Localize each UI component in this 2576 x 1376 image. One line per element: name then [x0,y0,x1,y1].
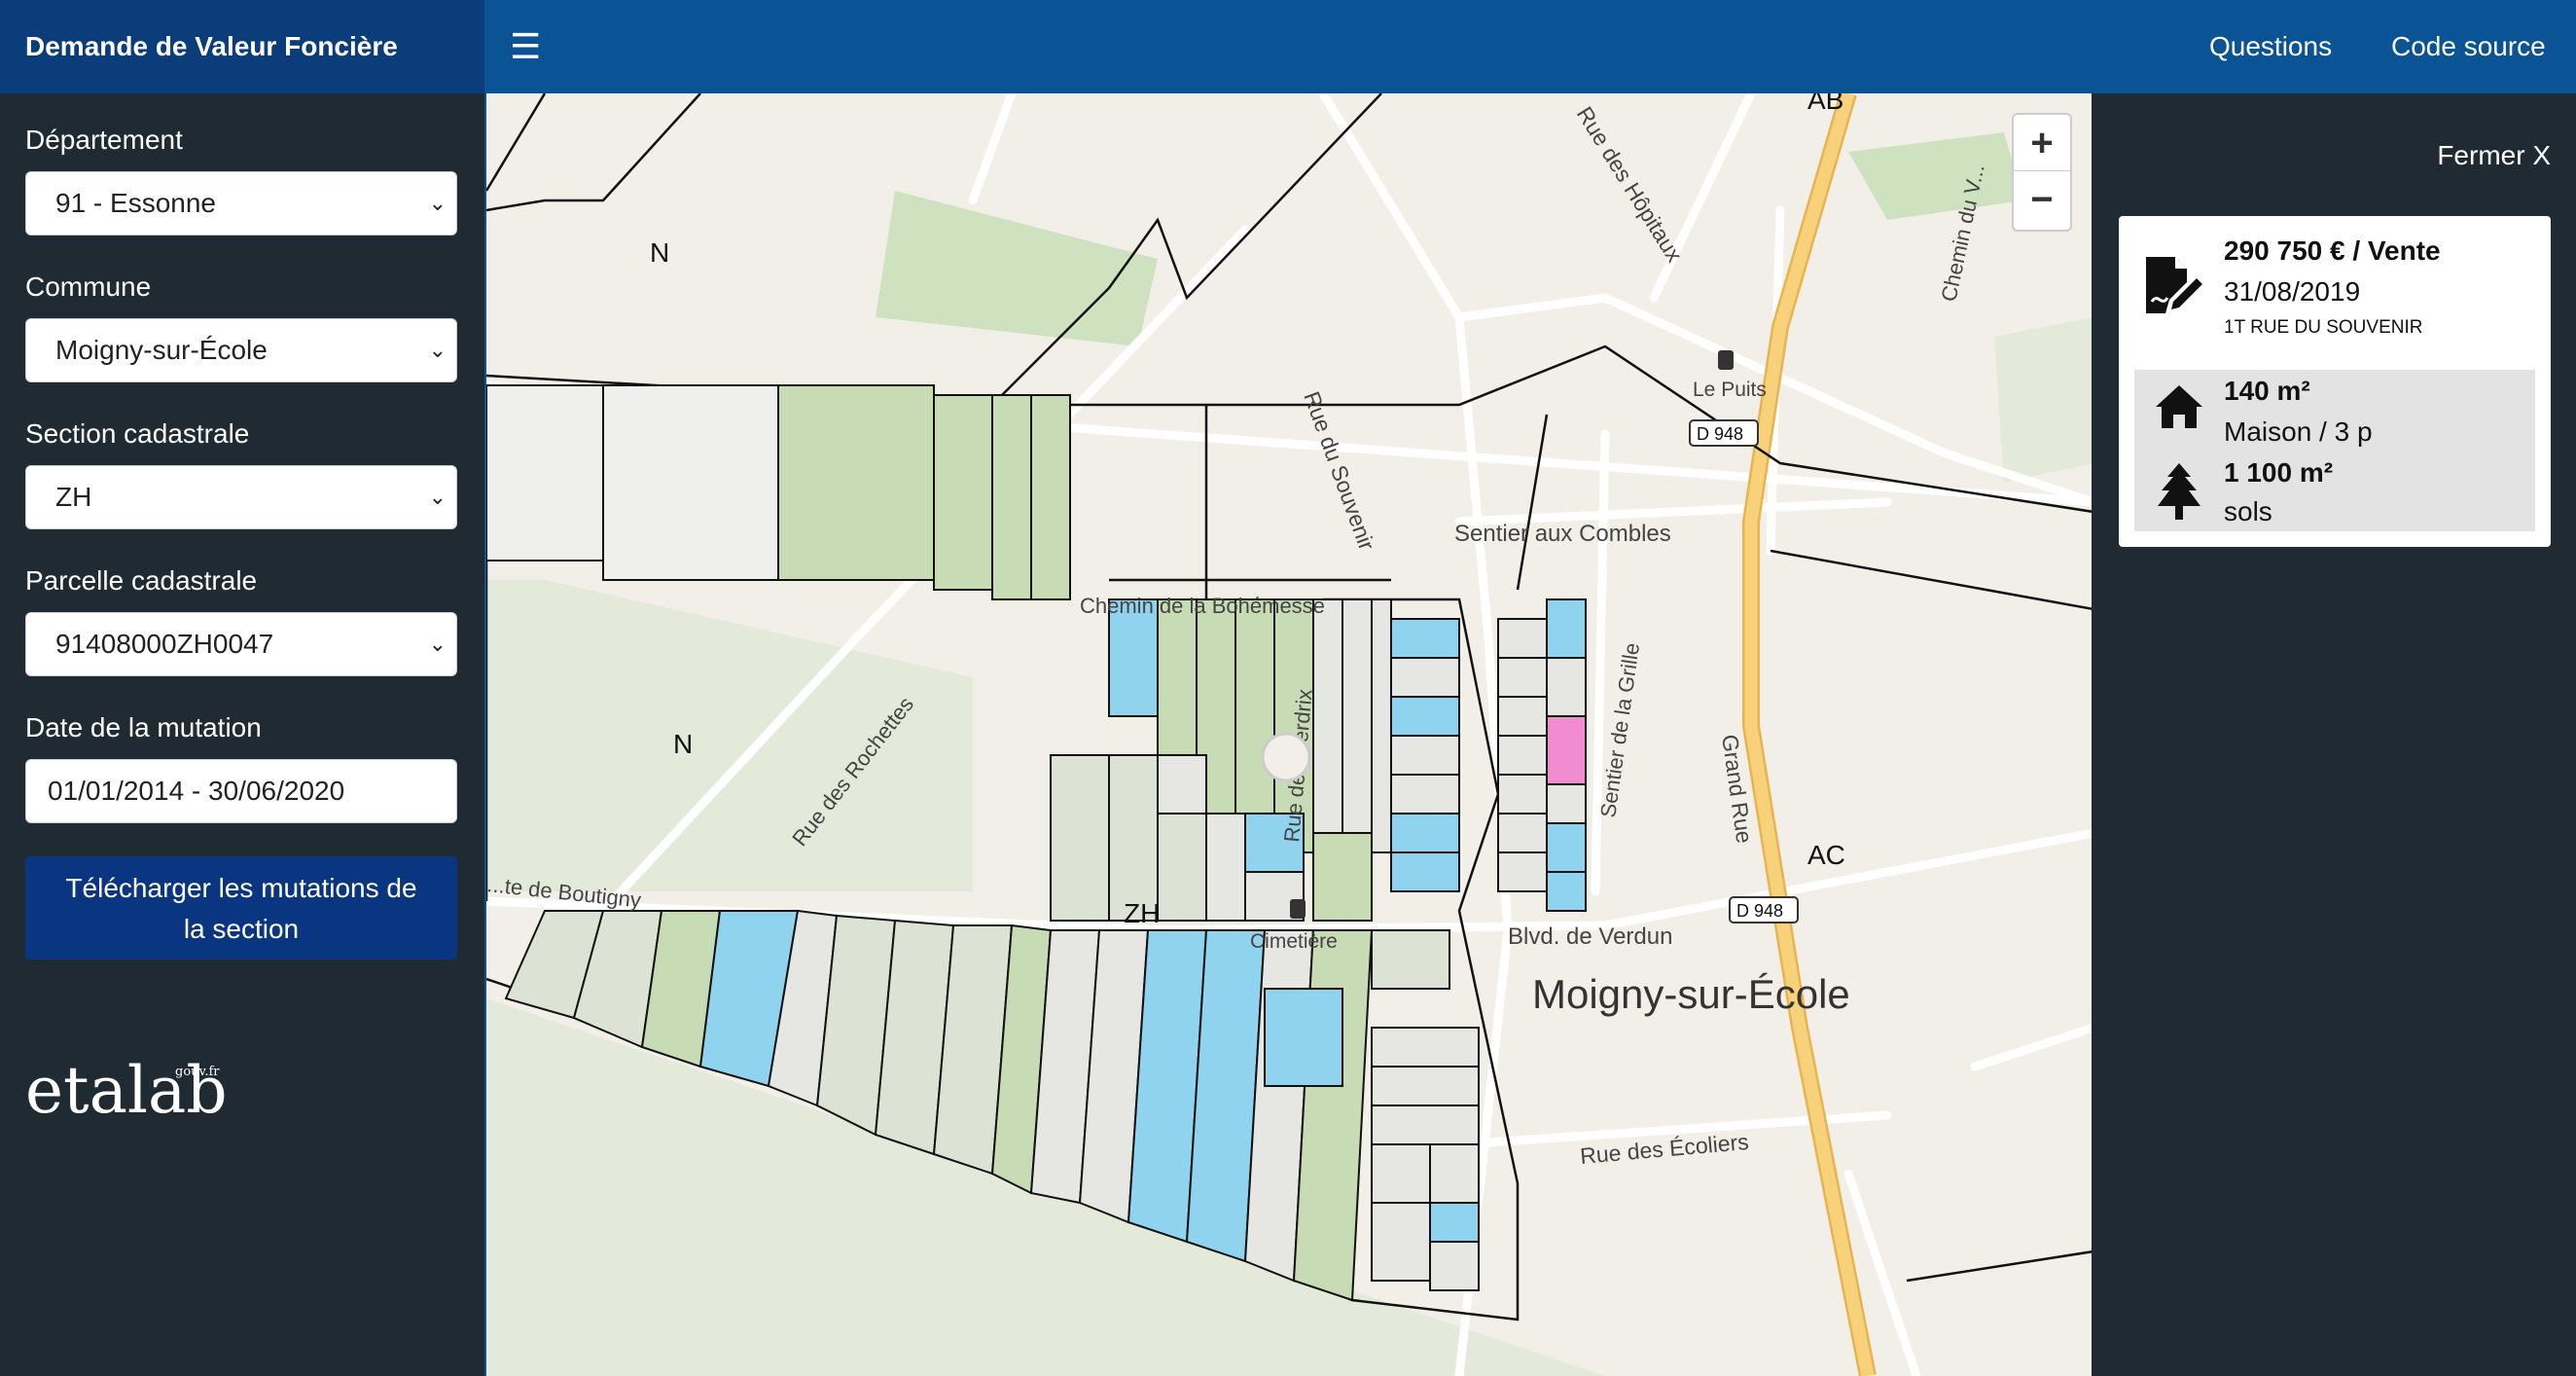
land-type: sols [2224,496,2272,526]
date-range-input[interactable]: 01/01/2014 - 30/06/2020 [25,759,457,823]
street-label-boheme: Chemin de la Bohémesse [1080,594,1325,618]
chevron-down-icon: ⌄ [428,338,447,362]
chevron-down-icon: ⌄ [428,485,447,509]
cadastral-map[interactable]: N N N AB AC ZH Moigny-sur-École Rue des … [484,93,2092,1376]
section-label-n-top: N [650,237,669,268]
sale-address: 1T RUE DU SOUVENIR [2224,317,2423,338]
chevron-down-icon: ⌄ [428,191,447,215]
house-icon [2156,385,2202,428]
download-label-line2: la section [183,914,300,944]
street-label-hopitaux: Rue des Hôpitaux [1572,102,1688,267]
lot-area: 140 m² [2224,376,2310,406]
street-label-verdun: Blvd. de Verdun [1508,923,1672,950]
sale-price: 290 750 € / Vente [2224,235,2441,266]
place-label-le-puits: Le Puits [1693,379,1767,401]
etalab-logo-sup: gouv.fr [175,1065,220,1079]
bus-stop-icon [1290,899,1306,919]
sale-date: 31/08/2019 [2224,276,2361,307]
lot-type: Maison / 3 p [2224,416,2373,447]
roundabout [1261,732,1311,782]
commune-select[interactable]: Moigny-sur-École ⌄ [25,318,457,382]
land-area: 1 100 m² [2224,457,2334,488]
chevron-down-icon: ⌄ [428,632,447,656]
field-area [486,580,973,891]
departement-label: Département [25,125,183,155]
date-label: Date de la mutation [25,712,262,742]
parcelle-label: Parcelle cadastrale [25,565,258,596]
lot-details: 140 m² Maison / 3 p 1 100 m² sols [2134,370,2535,531]
field-area [1994,317,2092,483]
parcelle-value: 91408000ZH0047 [55,629,274,659]
close-panel-button[interactable]: Fermer X [2437,140,2551,171]
road-shield-label: D 948 [1736,901,1783,921]
section-label: Section cadastrale [25,418,250,449]
zoom-in-button[interactable]: + [2014,115,2070,171]
filter-sidebar: Département 91 - Essonne ⌄ Commune Moign… [0,93,484,1376]
street-label-souvenir: Rue du Souvenir [1299,388,1379,554]
nav-link-questions[interactable]: Questions [2209,0,2332,93]
bus-stop-icon [1718,350,1734,370]
departement-select[interactable]: 91 - Essonne ⌄ [25,171,457,235]
zoom-control: + − [2012,113,2072,232]
town-label: Moigny-sur-École [1532,971,1850,1017]
parcelle-select[interactable]: 91408000ZH0047 ⌄ [25,612,457,676]
commune-label: Commune [25,272,152,302]
zoom-out-button[interactable]: − [2014,171,2070,228]
departement-value: 91 - Essonne [55,188,216,218]
map-canvas[interactable]: N N N AB AC ZH Moigny-sur-École Rue des … [486,93,2092,1376]
mutation-card[interactable]: 290 750 € / Vente 31/08/2019 1T RUE DU S… [2119,216,2551,547]
top-navbar: Demande de Valeur Foncière ☰ Questions C… [0,0,2576,93]
download-mutations-button[interactable]: Télécharger les mutations de la section [25,856,457,960]
contract-icon [2146,257,2202,313]
road-shield-label: D 948 [1697,424,1743,444]
app-title[interactable]: Demande de Valeur Foncière [0,0,484,93]
place-label-cimetiere: Cimetière [1250,930,1338,953]
menu-icon[interactable]: ☰ [510,25,541,68]
section-label-n-mid: N [673,729,693,759]
nav-link-source-code[interactable]: Code source [2391,0,2546,93]
field-area [1848,132,2023,220]
field-area [876,191,1158,346]
download-label-line1: Télécharger les mutations de [65,873,417,903]
mutation-detail-panel: Fermer X 290 750 € / Vente 31/08/2019 1T… [2092,93,2576,1376]
section-label-ac: AC [1807,840,1845,870]
tree-icon [2158,463,2200,520]
section-select[interactable]: ZH ⌄ [25,465,457,529]
section-label-ab: AB [1807,93,1843,115]
street-label-combles: Sentier aux Combles [1454,521,1671,547]
commune-value: Moigny-sur-École [55,335,268,365]
section-value: ZH [55,482,92,512]
section-label-zh: ZH [1124,898,1160,928]
